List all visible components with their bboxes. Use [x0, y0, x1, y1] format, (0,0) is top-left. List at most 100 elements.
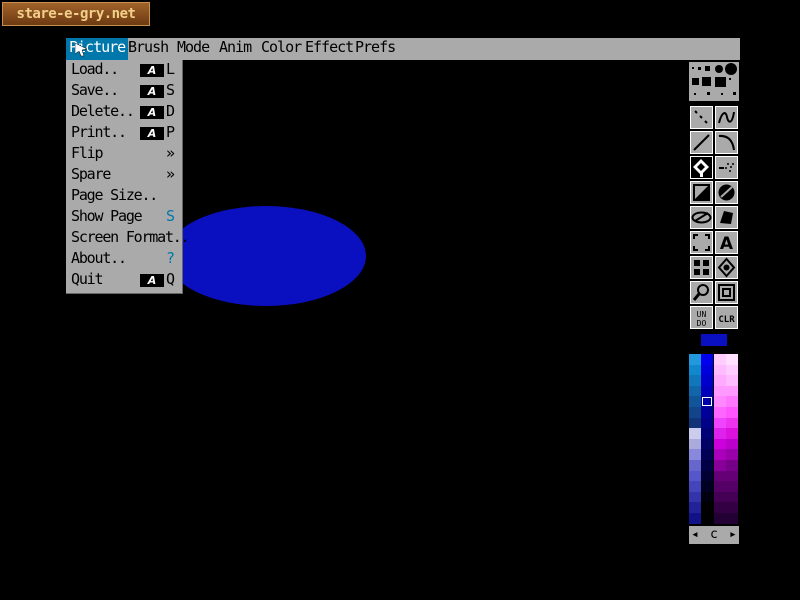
- menu-item-load[interactable]: Load.. A L: [66, 60, 182, 81]
- menu-item-label: Flip: [71, 144, 104, 162]
- dotted-line-icon: [694, 110, 708, 124]
- menu-item-label: Print..: [71, 123, 127, 141]
- zoom-tool[interactable]: [715, 281, 738, 304]
- fill-tool[interactable]: [690, 156, 713, 179]
- menu-item-save[interactable]: Save.. A S: [66, 81, 182, 102]
- menu-color[interactable]: Color: [261, 38, 302, 60]
- menu-shortcut: P: [166, 123, 176, 141]
- magnifier-icon: [692, 284, 709, 301]
- brush-selector[interactable]: [689, 62, 739, 101]
- menu-effect[interactable]: Effect: [305, 38, 354, 60]
- zoom-frame-icon: [718, 284, 735, 301]
- ellipse-icon: [691, 211, 712, 224]
- menu-item-flip[interactable]: Flip »: [66, 144, 182, 165]
- palette-column: [701, 354, 713, 524]
- submenu-arrow-icon: »: [166, 165, 176, 183]
- color-palette[interactable]: [689, 354, 740, 524]
- menu-item-screen-format[interactable]: Screen Format..: [66, 228, 190, 249]
- airbrush-icon: [719, 163, 734, 172]
- circle-icon: [718, 184, 735, 201]
- paint-bucket-icon: [693, 159, 709, 177]
- palette-label: c: [710, 527, 718, 542]
- picture-menu-dropdown: Load.. A L Save.. A S Delete.. A D Print…: [66, 60, 190, 294]
- magnify-tool[interactable]: [690, 281, 713, 304]
- line-tool[interactable]: [690, 131, 713, 154]
- menu-item-show-page[interactable]: Show Page S: [66, 207, 182, 228]
- menu-item-about[interactable]: About.. ?: [66, 249, 182, 270]
- menu-mode[interactable]: Mode: [177, 38, 210, 60]
- amiga-key-icon: A: [140, 127, 164, 140]
- menu-item-label: Page Size..: [71, 186, 158, 204]
- polygon-tool[interactable]: [715, 206, 738, 229]
- svg-text:DO: DO: [697, 319, 707, 328]
- menu-item-label: Load..: [71, 60, 119, 78]
- svg-text:A: A: [720, 234, 734, 253]
- mouse-pointer-icon: [75, 43, 88, 57]
- menu-item-quit[interactable]: Quit A Q: [66, 270, 182, 291]
- menu-item-label: Spare: [71, 165, 111, 183]
- rectangle-tool[interactable]: [690, 181, 713, 204]
- grid-tool[interactable]: [690, 256, 713, 279]
- brush-shapes-icon: [692, 63, 737, 95]
- menu-item-label: Screen Format..: [71, 228, 190, 246]
- menu-item-delete[interactable]: Delete.. A D: [66, 102, 182, 123]
- palette-column: [714, 354, 726, 524]
- clear-button[interactable]: CLR: [715, 306, 738, 329]
- grid-icon: [694, 260, 709, 275]
- dotted-freehand-tool[interactable]: [690, 106, 713, 129]
- submenu-arrow-icon: »: [166, 144, 176, 162]
- menu-item-label: Show Page: [71, 207, 143, 225]
- curve-tool[interactable]: [715, 131, 738, 154]
- tool-panel: A UN DO CLR ◂ c ▸: [688, 60, 740, 545]
- amiga-key-icon: A: [140, 274, 164, 287]
- curve-icon: [718, 134, 735, 151]
- menu-shortcut: L: [166, 60, 176, 78]
- menu-item-page-size[interactable]: Page Size..: [66, 186, 182, 207]
- ellipse-tool[interactable]: [690, 206, 713, 229]
- clear-icon: CLR: [718, 315, 735, 325]
- palette-scroll-bar: ◂ c ▸: [689, 526, 739, 544]
- svg-text:UN: UN: [697, 310, 707, 319]
- current-color-swatch: [701, 334, 727, 346]
- menu-prefs[interactable]: Prefs: [355, 38, 396, 60]
- menu-item-spare[interactable]: Spare »: [66, 165, 182, 186]
- text-tool[interactable]: A: [715, 231, 738, 254]
- amiga-key-icon: A: [140, 64, 164, 77]
- menu-item-label: Delete..: [71, 102, 135, 120]
- menu-bar: Picture Brush Mode Anim Color Effect Pre…: [66, 38, 740, 60]
- menu-item-label: Quit: [71, 270, 104, 288]
- undo-button[interactable]: UN DO: [690, 306, 713, 329]
- freehand-curve-icon: [718, 111, 735, 124]
- freehand-tool[interactable]: [715, 106, 738, 129]
- menu-item-label: Save..: [71, 81, 119, 99]
- palette-column: [689, 354, 701, 524]
- brush-select-tool[interactable]: [690, 231, 713, 254]
- selection-bracket-icon: [693, 234, 710, 251]
- palette-left-arrow-icon[interactable]: ◂: [691, 526, 699, 544]
- amiga-key-icon: A: [140, 106, 164, 119]
- menu-item-label: About..: [71, 249, 127, 267]
- symmetry-tool[interactable]: [715, 256, 738, 279]
- airbrush-tool[interactable]: [715, 156, 738, 179]
- menu-shortcut: Q: [166, 270, 176, 288]
- line-icon: [693, 134, 710, 151]
- menu-shortcut: D: [166, 102, 176, 120]
- menu-shortcut: S: [166, 207, 176, 225]
- polygon-icon: [720, 211, 733, 224]
- menu-item-print[interactable]: Print.. A P: [66, 123, 182, 144]
- watermark-logo: stare-e-gry.net: [2, 2, 150, 26]
- palette-column: [726, 354, 738, 524]
- menu-shortcut: ?: [166, 249, 176, 267]
- drawn-ellipse: [166, 206, 366, 306]
- circle-tool[interactable]: [715, 181, 738, 204]
- text-icon: A: [720, 234, 734, 253]
- palette-right-arrow-icon[interactable]: ▸: [729, 526, 737, 544]
- symmetry-icon: [717, 257, 736, 278]
- undo-icon: UNDO: [697, 310, 707, 328]
- menu-shortcut: S: [166, 81, 176, 99]
- rectangle-icon: [693, 184, 710, 201]
- menu-brush[interactable]: Brush: [128, 38, 169, 60]
- svg-text:CLR: CLR: [718, 315, 735, 325]
- amiga-key-icon: A: [140, 85, 164, 98]
- menu-anim[interactable]: Anim: [219, 38, 252, 60]
